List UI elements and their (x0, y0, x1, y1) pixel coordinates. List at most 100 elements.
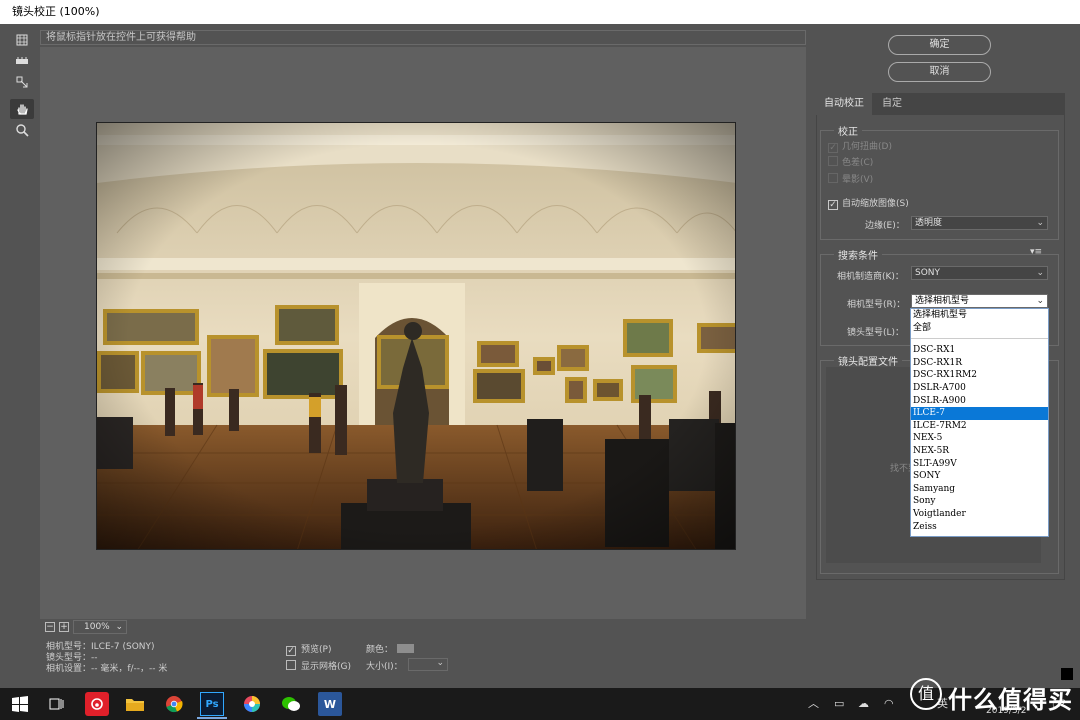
gallery-photo (97, 123, 735, 549)
show-grid-option[interactable]: 显示网格(G) (286, 659, 351, 672)
camera-info: 相机型号：ILCE-7 (SONY) 镜头型号：-- 相机设置：-- 毫米，f/… (46, 642, 167, 675)
tab-custom[interactable]: 自定 (874, 93, 910, 115)
geometric-distortion-label: 几何扭曲(D) (842, 142, 892, 152)
remove-distortion-icon[interactable] (10, 30, 34, 50)
dropdown-item[interactable]: DSC-RX1 (911, 344, 1048, 357)
camera-model-value: 选择相机型号 (915, 296, 970, 306)
chevron-down-icon: ⌄ (115, 622, 123, 632)
zoom-in-button[interactable]: + (59, 622, 69, 632)
dropdown-item[interactable]: NEX-5R (911, 445, 1048, 458)
dropdown-item[interactable]: DSC-RX1RM2 (911, 369, 1048, 382)
camera-model-info: 相机型号：ILCE-7 (SONY) (46, 642, 155, 652)
chevron-down-icon: ⌄ (436, 658, 444, 668)
dropdown-item[interactable]: 全部 (911, 322, 1048, 335)
chromatic-aberration-checkbox (828, 156, 838, 166)
dropdown-item[interactable]: DSC-RX1R (911, 357, 1048, 370)
cancel-button[interactable]: 取消 (888, 62, 991, 82)
preview-image[interactable] (96, 122, 736, 550)
zoom-bar: − + 100% ⌄ (40, 620, 806, 634)
windows-start-icon[interactable] (8, 692, 32, 716)
wechat-icon[interactable] (279, 692, 303, 716)
tray-app-icon[interactable]: ▭ (834, 688, 844, 720)
dropdown-item[interactable]: DSLR-A700 (911, 382, 1048, 395)
camera-maker-select[interactable]: SONY ⌄ (911, 266, 1048, 280)
watermark-logo-icon: 值 (910, 678, 942, 710)
vignette-checkbox (828, 173, 838, 183)
preview-option[interactable]: ✓ 预览(P) (286, 642, 331, 656)
word-icon[interactable]: W (318, 692, 342, 716)
tab-auto-correction[interactable]: 自动校正 (816, 93, 872, 115)
dropdown-item[interactable]: Sony (911, 495, 1048, 508)
dropdown-item[interactable]: SONY (911, 470, 1048, 483)
vignette-option: 晕影(V) (828, 172, 873, 185)
task-view-icon[interactable] (45, 692, 69, 716)
dropdown-item[interactable]: Voigtlander (911, 508, 1048, 521)
correction-title: 校正 (834, 123, 862, 138)
watermark-text: 什么值得买 (948, 686, 1073, 714)
lens-model-label: 镜头型号(L)： (847, 328, 905, 338)
search-criteria-title: 搜索条件 (834, 247, 882, 262)
chromatic-aberration-option: 色差(C) (828, 155, 873, 168)
show-grid-label: 显示网格(G) (301, 662, 351, 672)
tray-expand-icon[interactable]: ︿ (808, 688, 819, 720)
zoom-icon[interactable] (10, 120, 34, 140)
hand-icon[interactable] (10, 99, 34, 119)
network-icon[interactable]: ◠ (884, 688, 894, 720)
straighten-icon[interactable] (10, 51, 34, 71)
vignette-label: 晕影(V) (842, 175, 874, 185)
preview-checkbox[interactable]: ✓ (286, 646, 296, 656)
dropdown-item[interactable]: DSLR-A900 (911, 395, 1048, 408)
chevron-down-icon: ⌄ (1036, 218, 1044, 228)
auto-scale-label: 自动缩放图像(S) (842, 199, 909, 209)
dropdown-item[interactable]: ILCE-7RM2 (911, 420, 1048, 433)
edge-value: 透明度 (915, 218, 943, 228)
dropdown-item[interactable]: 选择相机型号 (911, 309, 1048, 322)
dropdown-item[interactable]: SLT-A99V (911, 458, 1048, 471)
photoshop-icon[interactable]: Ps (197, 692, 227, 719)
show-grid-checkbox[interactable] (286, 660, 296, 670)
dropdown-item-selected[interactable]: ILCE-7 (911, 407, 1048, 420)
auto-scale-option[interactable]: ✓ 自动缩放图像(S) (828, 196, 909, 210)
tool-strip (10, 30, 38, 141)
chevron-down-icon: ⌄ (1036, 268, 1044, 278)
lens-profiles-title: 镜头配置文件 (834, 353, 902, 368)
ok-button[interactable]: 确定 (888, 35, 991, 55)
grid-size-select[interactable]: ⌄ (408, 658, 448, 671)
word-logo: W (323, 697, 337, 711)
lens-correction-dialog: 镜头校正 (100%) 将鼠标指针放在控件上可获得帮助 − + 100% ⌄ 相… (0, 0, 1080, 720)
edge-label: 边缘(E)： (865, 221, 905, 231)
auto-scale-checkbox[interactable]: ✓ (828, 200, 838, 210)
chromatic-aberration-label: 色差(C) (842, 158, 874, 168)
onedrive-icon[interactable]: ☁ (858, 688, 869, 720)
dropdown-separator (911, 334, 1048, 344)
help-hint: 将鼠标指针放在控件上可获得帮助 (40, 30, 806, 45)
dropdown-item[interactable]: Samyang (911, 483, 1048, 496)
color-wheel-icon[interactable] (240, 692, 264, 716)
site-watermark: 值 什么值得买 (910, 676, 1075, 716)
zoom-select[interactable]: 100% ⌄ (73, 620, 127, 634)
correction-tabs: 自动校正 自定 (816, 93, 1065, 115)
camera-model-dropdown[interactable]: 选择相机型号 全部 DSC-RX1 DSC-RX1R DSC-RX1RM2 DS… (910, 308, 1049, 537)
geometric-distortion-checkbox: ✓ (828, 143, 838, 153)
camera-maker-value: SONY (915, 268, 941, 278)
size-label: 大小(I)： (366, 662, 403, 672)
photoshop-logo: Ps (205, 698, 219, 710)
edge-select[interactable]: 透明度 ⌄ (911, 216, 1048, 230)
grid-color-swatch[interactable] (397, 644, 414, 653)
move-grid-icon[interactable] (10, 72, 34, 92)
dropdown-item[interactable]: NEX-5 (911, 432, 1048, 445)
chrome-icon[interactable] (162, 692, 186, 716)
camera-model-label: 相机型号(R)： (847, 300, 906, 310)
lens-model-info: 镜头型号：-- (46, 653, 98, 663)
camera-maker-label: 相机制造商(K)： (837, 272, 904, 282)
geometric-distortion-option: ✓ 几何扭曲(D) (828, 139, 892, 153)
netease-music-icon[interactable] (85, 692, 109, 716)
file-explorer-icon[interactable] (123, 692, 147, 716)
dropdown-item[interactable]: Zeiss (911, 521, 1048, 534)
color-label: 颜色： (366, 645, 394, 655)
zoom-value: 100% (84, 622, 110, 632)
camera-model-select[interactable]: 选择相机型号 ⌄ (911, 294, 1048, 308)
chevron-down-icon: ⌄ (1036, 296, 1044, 306)
search-menu-icon[interactable]: ▾≡ (1030, 247, 1042, 257)
zoom-out-button[interactable]: − (45, 622, 55, 632)
